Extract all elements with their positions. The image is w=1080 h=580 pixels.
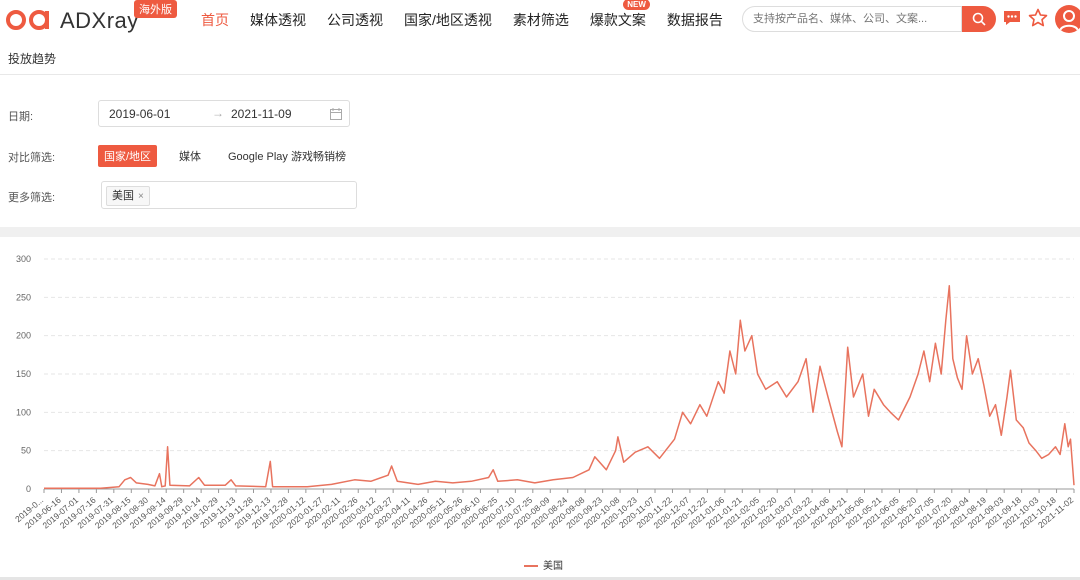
y-tick-label: 100 <box>16 407 31 417</box>
nav-item-media[interactable]: 媒体透视 <box>250 10 306 30</box>
logo-mark-icon <box>6 10 49 30</box>
date-start[interactable]: 2019-06-01 <box>109 107 170 121</box>
message-icon[interactable] <box>1003 10 1021 26</box>
compare-option-country[interactable]: 国家/地区 <box>98 145 158 167</box>
nav-item-creatives[interactable]: 素材筛选 <box>513 10 569 30</box>
y-tick-label: 200 <box>16 331 31 341</box>
top-navigation: ADXray 海外版 首页 媒体透视 公司透视 国家/地区透视 素材筛选 爆款文… <box>0 0 1080 40</box>
date-label: 日期: <box>8 111 34 123</box>
avatar[interactable] <box>1055 5 1080 33</box>
main-nav: 首页 媒体透视 公司透视 国家/地区透视 素材筛选 爆款文案 NEW 数据报告 <box>201 0 744 30</box>
nav-item-country[interactable]: 国家/地区透视 <box>404 10 492 30</box>
search-button[interactable] <box>962 6 996 32</box>
trend-chart: 0501001502002503002019-0...2019-06-16201… <box>13 254 1075 572</box>
star-icon[interactable] <box>1028 8 1048 28</box>
y-tick-label: 50 <box>21 446 31 456</box>
filter-tag: 美国 × <box>106 186 150 206</box>
close-icon[interactable]: × <box>138 191 144 202</box>
new-badge: NEW <box>623 0 650 10</box>
y-tick-label: 250 <box>16 292 31 302</box>
y-tick-label: 300 <box>16 254 31 264</box>
nav-item-copywriting[interactable]: 爆款文案 NEW <box>589 0 650 30</box>
series-line-usa <box>44 285 1075 489</box>
y-tick-label: 150 <box>16 369 31 379</box>
more-filter-select[interactable]: 美国 × <box>101 181 357 209</box>
nav-item-reports[interactable]: 数据报告 <box>667 10 723 30</box>
logo-badge: 海外版 <box>134 0 177 18</box>
nav-item-copywriting-label: 爆款文案 <box>589 12 646 28</box>
filter-tag-label: 美国 <box>112 190 134 202</box>
section-title: 投放趋势 <box>8 52 57 66</box>
user-icon <box>1059 10 1079 32</box>
logo-text: ADXray <box>60 8 139 33</box>
search-icon <box>972 12 986 26</box>
compare-option-media[interactable]: 媒体 <box>179 148 201 164</box>
divider <box>0 74 1080 75</box>
search-input[interactable] <box>742 6 962 32</box>
legend-label: 美国 <box>543 559 563 572</box>
nav-item-home[interactable]: 首页 <box>201 10 229 30</box>
date-end[interactable]: 2021-11-09 <box>231 107 292 121</box>
compare-option-google-play[interactable]: Google Play 游戏畅销榜 <box>228 148 346 164</box>
y-tick-label: 0 <box>26 484 31 494</box>
compare-label: 对比筛选: <box>8 152 56 164</box>
calendar-icon <box>330 108 342 120</box>
nav-item-company[interactable]: 公司透视 <box>327 10 383 30</box>
date-range-picker[interactable]: 2019-06-01 → 2021-11-09 <box>98 100 350 127</box>
more-filter-label: 更多筛选: <box>8 192 56 204</box>
arrow-right-icon: → <box>212 106 224 120</box>
section-gap <box>0 227 1080 237</box>
